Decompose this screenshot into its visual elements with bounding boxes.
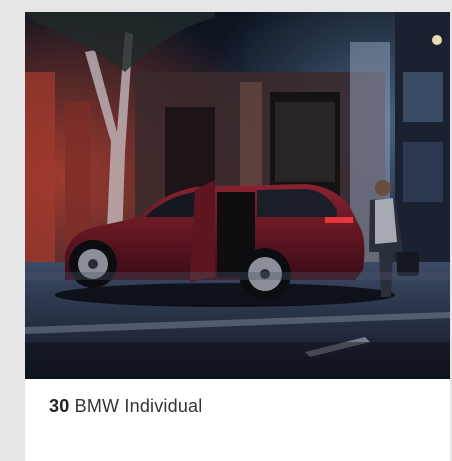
car-photo[interactable]	[25, 12, 450, 379]
card-number: 30	[49, 396, 70, 416]
card-caption[interactable]: 30 BMW Individual	[49, 396, 202, 417]
card-title: BMW Individual	[74, 396, 203, 416]
model-card[interactable]: 30 BMW Individual	[25, 12, 450, 461]
